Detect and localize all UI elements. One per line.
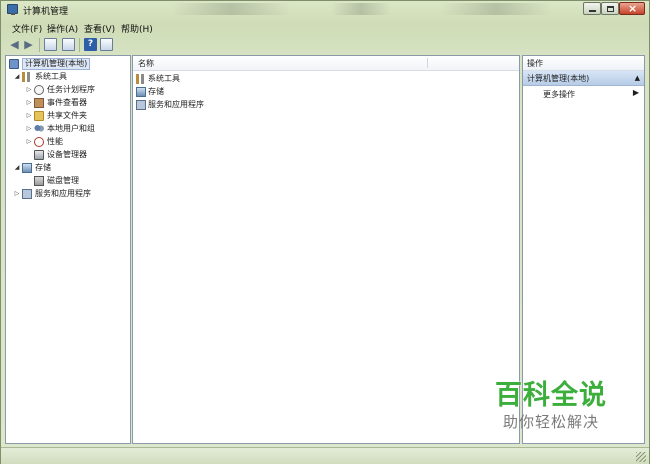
export-list-icon[interactable] — [62, 38, 75, 51]
menu-view[interactable]: 查看(V) — [84, 22, 115, 35]
services-icon — [136, 100, 146, 110]
help-icon[interactable]: ? — [84, 38, 97, 51]
resize-grip-icon[interactable] — [636, 452, 646, 462]
baike-watermark: 百科全说 助你轻松解决 — [471, 373, 631, 437]
column-divider[interactable] — [427, 58, 428, 68]
window-title: 计算机管理 — [23, 7, 69, 17]
submenu-arrow-icon[interactable]: ▶ — [633, 88, 639, 97]
computer-icon — [9, 59, 19, 69]
watermark-title: 百科全说 — [495, 380, 607, 411]
maximize-button[interactable] — [601, 2, 619, 15]
users-icon — [34, 124, 44, 134]
storage-icon — [136, 87, 146, 97]
menu-action[interactable]: 操作(A) — [47, 22, 78, 35]
tree-item-services-applications[interactable]: ▷ 服务和应用程序 — [13, 188, 128, 200]
show-action-pane-icon[interactable] — [100, 38, 113, 51]
collapsed-arrow-icon[interactable]: ▷ — [25, 97, 33, 109]
minimize-icon — [589, 10, 596, 12]
blurred-taskbar-strip — [441, 3, 551, 15]
device-manager-icon — [34, 150, 44, 160]
column-header-name[interactable]: 名称 — [133, 56, 519, 71]
tree-item-storage[interactable]: ◢ 存储 — [13, 162, 128, 174]
menu-file[interactable]: 文件(F) — [12, 22, 42, 35]
tree-item-system-tools[interactable]: ◢ 系统工具 — [13, 71, 128, 83]
actions-header: 操作 — [523, 56, 644, 71]
toolbar-separator — [79, 38, 80, 52]
tree-item-event-viewer[interactable]: ▷ 事件查看器 — [25, 97, 128, 109]
close-button[interactable]: × — [619, 2, 645, 15]
back-arrow-icon[interactable]: ◀ — [8, 38, 21, 51]
minimize-button[interactable] — [583, 2, 601, 15]
status-bar — [1, 447, 649, 464]
show-hide-console-tree-icon[interactable] — [44, 38, 57, 51]
forward-arrow-icon[interactable]: ▶ — [22, 38, 35, 51]
performance-icon — [34, 137, 44, 147]
tools-icon — [136, 74, 146, 84]
watermark-subtitle: 助你轻松解决 — [502, 413, 599, 431]
collapsed-arrow-icon[interactable]: ▷ — [25, 136, 33, 148]
shared-folder-icon — [34, 111, 44, 121]
close-icon: × — [628, 2, 638, 15]
maximize-icon — [607, 6, 614, 12]
menu-bar: 文件(F) 操作(A) 查看(V) 帮助(H) — [1, 19, 649, 35]
tools-icon — [22, 72, 32, 82]
tree-item-performance[interactable]: ▷ 性能 — [25, 136, 128, 148]
details-list: 名称 系统工具 存储 服务和应用程序 — [132, 55, 520, 444]
tree-item-shared-folders[interactable]: ▷ 共享文件夹 — [25, 110, 128, 122]
tree-item-computer-management-local[interactable]: 计算机管理(本地) — [8, 58, 126, 70]
disk-icon — [34, 176, 44, 186]
menu-help[interactable]: 帮助(H) — [121, 22, 153, 35]
collapsed-arrow-icon[interactable]: ▷ — [25, 123, 33, 135]
storage-icon — [22, 163, 32, 173]
event-viewer-icon — [34, 98, 44, 108]
more-actions-link[interactable]: 更多操作 — [543, 89, 575, 100]
console-tree: 计算机管理(本地) ◢ 系统工具 ▷ 任务计划程序 ▷ 事件查看器 ▷ 共享文件… — [5, 55, 131, 444]
tree-item-local-users-groups[interactable]: ▷ 本地用户和组 — [25, 123, 128, 135]
actions-section-computer-management[interactable]: 计算机管理(本地) ▲ — [523, 71, 644, 86]
tree-item-task-scheduler[interactable]: ▷ 任务计划程序 — [25, 84, 128, 96]
task-scheduler-icon — [34, 85, 44, 95]
collapsed-arrow-icon[interactable]: ▷ — [13, 188, 21, 200]
tree-item-disk-management[interactable]: 磁盘管理 — [25, 175, 128, 187]
services-icon — [22, 189, 32, 199]
computer-management-window: 计算机管理 × 文件(F) 操作(A) 查看(V) 帮助(H) ◀ ▶ ? 计算… — [0, 0, 650, 464]
blurred-taskbar-strip — [171, 3, 291, 15]
title-bar[interactable]: 计算机管理 × — [1, 1, 649, 19]
collapsed-arrow-icon[interactable]: ▷ — [25, 110, 33, 122]
collapse-up-icon[interactable]: ▲ — [635, 74, 640, 82]
blurred-taskbar-strip — [331, 3, 391, 15]
expanded-arrow-icon[interactable]: ◢ — [13, 162, 21, 174]
computer-management-icon — [7, 4, 18, 15]
toolbar-separator — [39, 38, 40, 52]
expanded-arrow-icon[interactable]: ◢ — [13, 71, 21, 83]
collapsed-arrow-icon[interactable]: ▷ — [25, 84, 33, 96]
toolbar: ◀ ▶ ? — [1, 36, 649, 54]
tree-item-device-manager[interactable]: 设备管理器 — [25, 149, 128, 161]
